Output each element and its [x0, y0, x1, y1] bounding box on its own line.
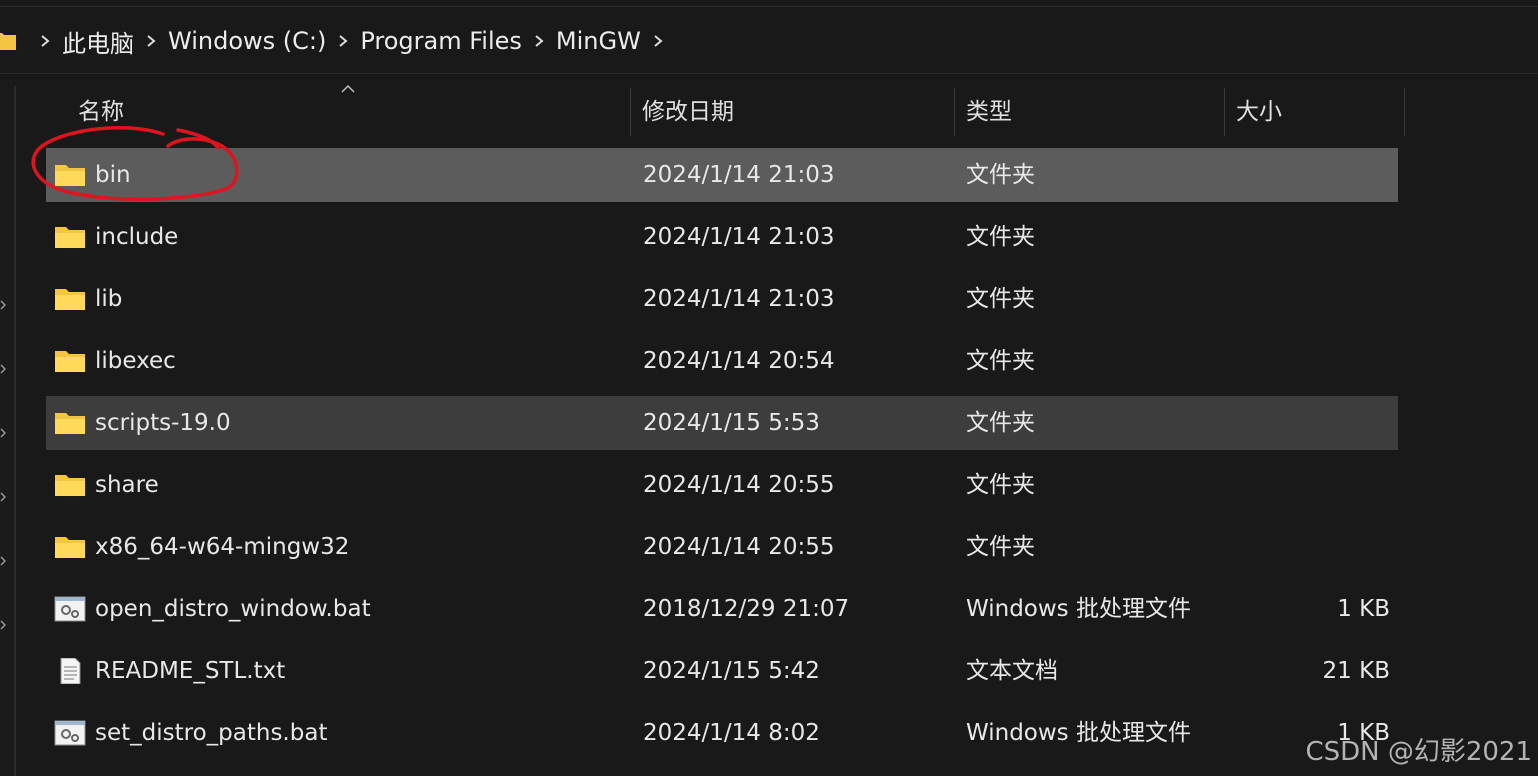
file-modified-date: 2024/1/15 5:42	[643, 658, 820, 684]
file-type: Windows 批处理文件	[966, 720, 1191, 746]
folder-icon	[0, 33, 16, 50]
column-divider[interactable]	[954, 88, 955, 136]
text-file-icon	[54, 657, 86, 685]
file-type: 文件夹	[966, 286, 1035, 312]
file-name: bin	[95, 162, 131, 188]
address-bar[interactable]: 此电脑 Windows (C:) Program Files MinGW	[0, 12, 1538, 70]
breadcrumb-item-windows-c[interactable]: Windows (C:)	[168, 27, 326, 55]
chevron-right-icon[interactable]	[0, 428, 6, 438]
file-type: 文件夹	[966, 348, 1035, 374]
breadcrumb: 此电脑 Windows (C:) Program Files MinGW	[28, 12, 675, 70]
column-header-type[interactable]: 类型	[966, 84, 1012, 136]
file-row[interactable]: include 2024/1/14 21:03 文件夹	[46, 210, 1398, 264]
file-modified-date: 2024/1/15 5:53	[643, 410, 820, 436]
column-header-date[interactable]: 修改日期	[642, 84, 734, 136]
batch-file-icon	[54, 720, 86, 746]
folder-icon	[54, 348, 86, 374]
file-type: 文本文档	[966, 658, 1058, 684]
file-modified-date: 2024/1/14 20:54	[643, 348, 835, 374]
file-type: 文件夹	[966, 224, 1035, 250]
file-type: Windows 批处理文件	[966, 596, 1191, 622]
folder-icon	[54, 286, 86, 312]
file-modified-date: 2024/1/14 21:03	[643, 224, 835, 250]
file-row[interactable]: set_distro_paths.bat 2024/1/14 8:02 Window…	[46, 706, 1398, 760]
watermark: CSDN @幻影2021	[1305, 737, 1532, 767]
breadcrumb-item-this-pc[interactable]: 此电脑	[62, 24, 134, 59]
file-type: 文件夹	[966, 162, 1035, 188]
file-size: 21 KB	[1322, 658, 1390, 684]
folder-icon	[54, 410, 86, 436]
file-type: 文件夹	[966, 410, 1035, 436]
file-name: share	[95, 472, 159, 498]
file-name: set_distro_paths.bat	[95, 720, 328, 746]
file-type: 文件夹	[966, 534, 1035, 560]
file-modified-date: 2024/1/14 21:03	[643, 162, 835, 188]
file-row[interactable]: bin 2024/1/14 21:03 文件夹	[46, 148, 1398, 202]
batch-file-icon	[54, 596, 86, 622]
file-row[interactable]: lib 2024/1/14 21:03 文件夹	[46, 272, 1398, 326]
column-divider[interactable]	[1224, 88, 1225, 136]
pane-splitter[interactable]	[14, 86, 16, 776]
chevron-right-icon[interactable]	[0, 300, 6, 310]
file-modified-date: 2018/12/29 21:07	[643, 596, 850, 622]
file-name: lib	[95, 286, 123, 312]
file-row[interactable]: libexec 2024/1/14 20:54 文件夹	[46, 334, 1398, 388]
chevron-right-icon[interactable]	[0, 492, 6, 502]
file-modified-date: 2024/1/14 21:03	[643, 286, 835, 312]
file-size: 1 KB	[1337, 596, 1390, 622]
chevron-right-icon[interactable]	[532, 34, 546, 48]
chevron-right-icon[interactable]	[0, 364, 6, 374]
file-row[interactable]: x86_64-w64-mingw32 2024/1/14 20:55 文件夹	[46, 520, 1398, 574]
folder-icon	[54, 472, 86, 498]
file-modified-date: 2024/1/14 8:02	[643, 720, 820, 746]
file-modified-date: 2024/1/14 20:55	[643, 472, 835, 498]
file-name: x86_64-w64-mingw32	[95, 534, 350, 560]
file-explorer-window: 此电脑 Windows (C:) Program Files MinGW 名称 …	[0, 0, 1538, 776]
file-row[interactable]: open_distro_window.bat 2018/12/29 21:07 Wi…	[46, 582, 1398, 636]
window-top-border	[0, 6, 1538, 7]
breadcrumb-item-mingw[interactable]: MinGW	[556, 27, 641, 55]
column-header-size[interactable]: 大小	[1236, 84, 1282, 136]
file-name: include	[95, 224, 179, 250]
column-header-row: 名称 修改日期 类型 大小	[20, 84, 1420, 140]
column-header-name[interactable]: 名称	[78, 84, 124, 136]
file-name: README_STL.txt	[95, 658, 286, 684]
address-bar-divider	[0, 73, 1538, 74]
folder-icon	[54, 162, 86, 188]
file-type: 文件夹	[966, 472, 1035, 498]
chevron-right-icon[interactable]	[144, 34, 158, 48]
navigation-pane-edge[interactable]	[0, 80, 12, 776]
file-row[interactable]: share 2024/1/14 20:55 文件夹	[46, 458, 1398, 512]
file-name: scripts-19.0	[95, 410, 231, 436]
file-name: open_distro_window.bat	[95, 596, 371, 622]
file-row[interactable]: README_STL.txt 2024/1/15 5:42 文本文档 21 KB	[46, 644, 1398, 698]
file-modified-date: 2024/1/14 20:55	[643, 534, 835, 560]
file-name: libexec	[95, 348, 176, 374]
file-row[interactable]: scripts-19.0 2024/1/15 5:53 文件夹	[46, 396, 1398, 450]
column-divider[interactable]	[630, 88, 631, 136]
chevron-right-icon[interactable]	[0, 620, 6, 630]
chevron-right-icon[interactable]	[336, 34, 350, 48]
folder-icon	[54, 224, 86, 250]
column-divider[interactable]	[1404, 88, 1405, 136]
chevron-right-icon[interactable]	[0, 556, 6, 566]
chevron-right-icon[interactable]	[651, 34, 665, 48]
breadcrumb-item-program-files[interactable]: Program Files	[360, 27, 522, 55]
chevron-right-icon[interactable]	[38, 34, 52, 48]
folder-icon	[54, 534, 86, 560]
file-list: bin 2024/1/14 21:03 文件夹 include 2024/1/14 21…	[46, 148, 1398, 768]
